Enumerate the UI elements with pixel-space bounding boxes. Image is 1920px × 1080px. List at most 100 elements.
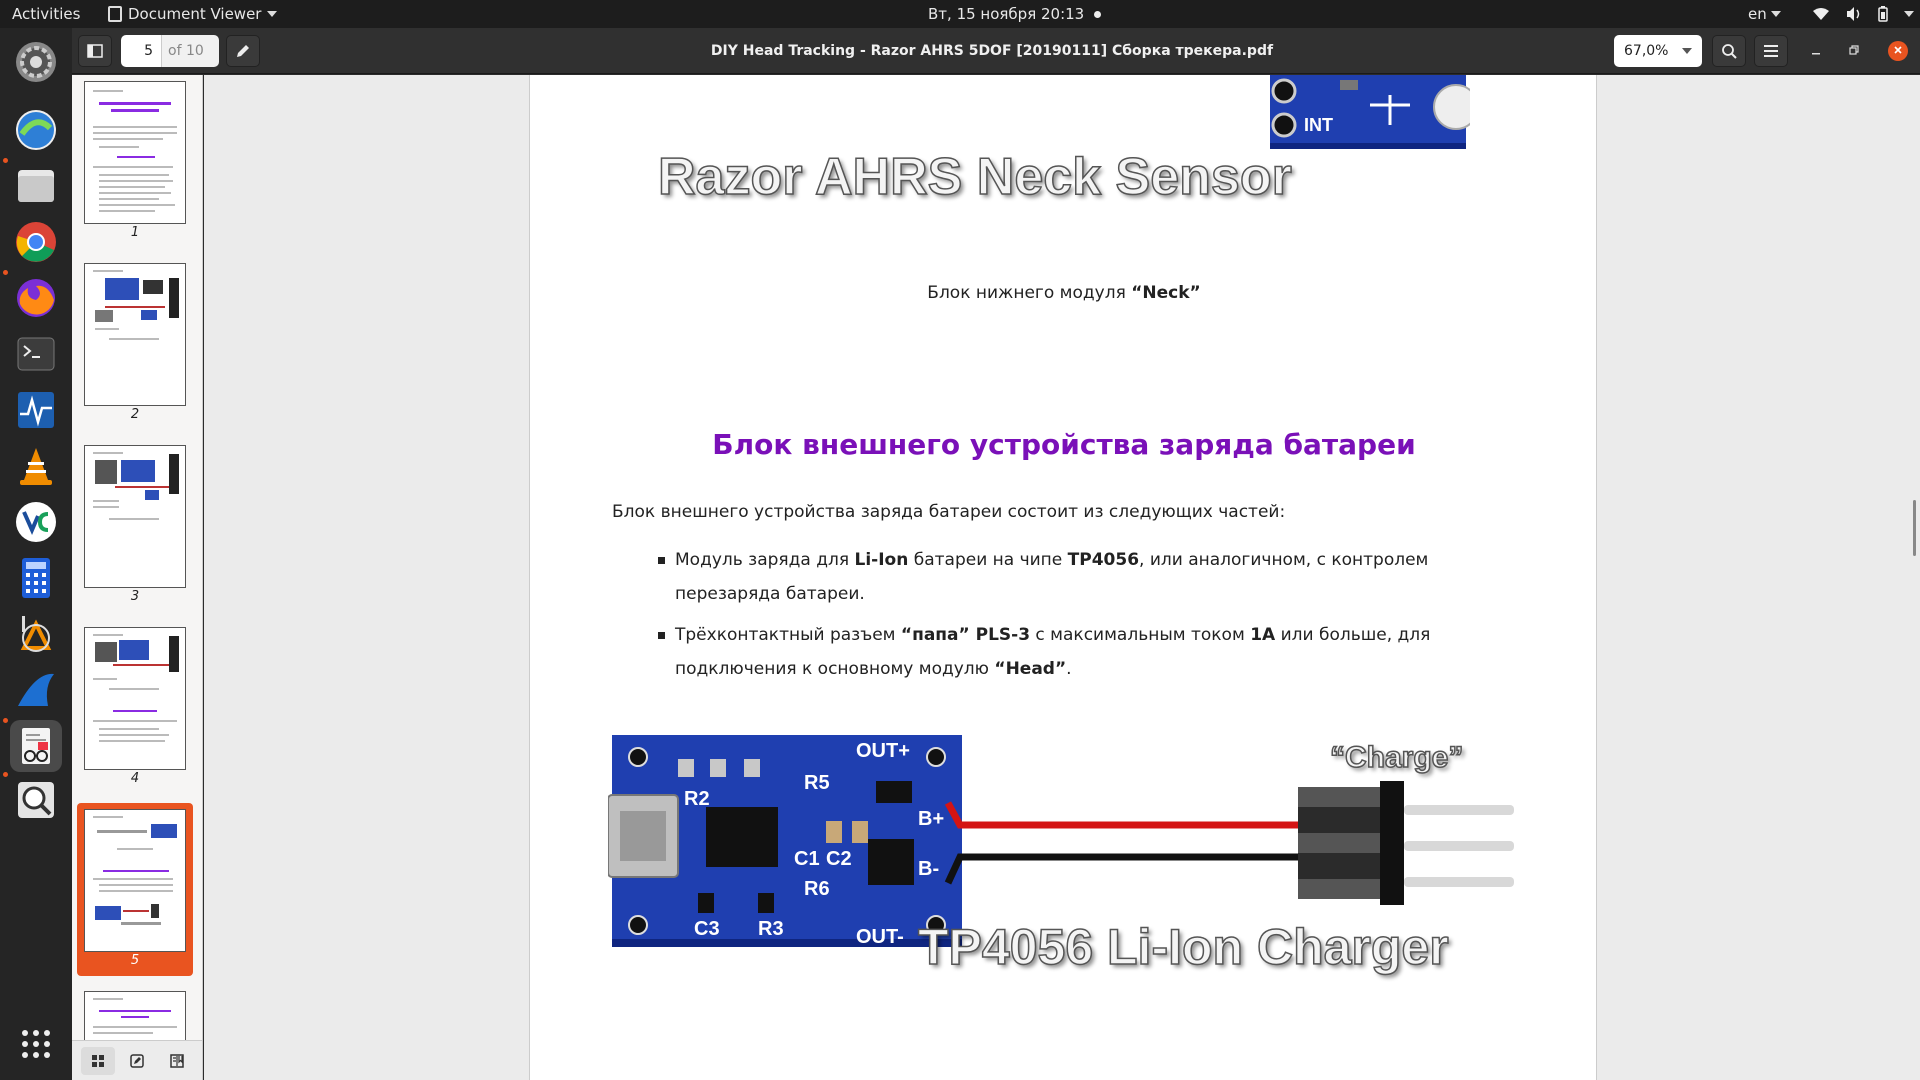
dock-terminal[interactable]: [10, 328, 62, 380]
gear-icon: [16, 42, 56, 82]
header-bar: 5 of 10 DIY Head Tracking - Razor AHRS 5…: [72, 28, 1920, 74]
dock-settings[interactable]: [10, 36, 62, 88]
app-menu[interactable]: Document Viewer: [108, 0, 278, 28]
sidebar-icon: [87, 44, 103, 58]
close-button[interactable]: [1888, 41, 1908, 61]
pcb-label: B+: [918, 808, 944, 830]
zoom-select[interactable]: 67,0%: [1614, 35, 1702, 67]
veracrypt-icon: [16, 502, 56, 542]
language-label: en: [1748, 5, 1767, 23]
list-item: Трёхконтактный разъем “папа” PLS-3 с мак…: [658, 618, 1505, 686]
pcb-label: B-: [918, 858, 939, 880]
scrollbar[interactable]: [1913, 500, 1916, 556]
notification-dot-icon: [1094, 10, 1102, 18]
chrome-icon: [16, 222, 56, 262]
dock-document-viewer[interactable]: [10, 720, 62, 772]
pencil-icon: [237, 45, 249, 57]
section-heading: Блок внешнего устройства заряда батареи: [712, 428, 1416, 461]
terminal-icon: [17, 337, 55, 371]
dock-magnifier[interactable]: [10, 774, 62, 826]
dock-files[interactable]: [10, 160, 62, 212]
dock-firefox[interactable]: [10, 272, 62, 324]
pcb-label: OUT-: [856, 926, 904, 948]
pcb-label: C2: [826, 848, 852, 870]
thumbnail-label: 5: [130, 953, 140, 968]
battery-icon: [1878, 6, 1888, 22]
app-grid-icon: [22, 1030, 50, 1058]
dock-system-monitor[interactable]: [10, 384, 62, 436]
running-indicator: [3, 772, 8, 777]
search-icon: [1722, 44, 1737, 59]
show-applications-button[interactable]: [10, 1018, 62, 1070]
bullet-text: Трёхконтактный разъем: [675, 625, 901, 645]
bullet-bold: “папа” PLS-3: [900, 625, 1031, 645]
volume-icon: [1847, 7, 1860, 21]
system-tray[interactable]: [1812, 0, 1914, 28]
current-page-input[interactable]: 5: [121, 35, 161, 67]
monitor-icon: [18, 392, 54, 428]
dock-veracrypt[interactable]: [10, 496, 62, 548]
dock-vlc[interactable]: [10, 440, 62, 492]
app-menu-label: Document Viewer: [128, 5, 262, 23]
main-menu-button[interactable]: [1754, 35, 1788, 67]
dock-inkscape[interactable]: [10, 608, 62, 660]
document-view[interactable]: INT Razor AHRS Neck Sensor Блок нижнего …: [204, 75, 1920, 1080]
sidebar-tabs: [72, 1040, 202, 1080]
thumbnail-page[interactable]: [84, 263, 186, 406]
page-number-entry[interactable]: 5 of 10: [121, 35, 219, 67]
chevron-down-icon: [267, 11, 278, 17]
bullet-bold: Li-Ion: [854, 550, 909, 570]
bullet-bold: TP4056: [1067, 550, 1140, 570]
bullet-bold: 1А: [1250, 625, 1276, 645]
zoom-level: 67,0%: [1624, 43, 1669, 59]
network-globe-icon: [16, 110, 56, 150]
dock-wireshark[interactable]: [10, 664, 62, 716]
intro-paragraph: Блок внешнего устройства заряда батареи …: [612, 502, 1286, 522]
tab-bookmarks[interactable]: [160, 1047, 194, 1075]
total-pages-label: of 10: [161, 35, 219, 67]
pcb-label: R3: [758, 918, 784, 940]
dock: [0, 28, 72, 1080]
minimize-button[interactable]: [1806, 41, 1826, 61]
pcb-label: C1: [794, 848, 820, 870]
list-item: Модуль заряда для Li-Ion батареи на чипе…: [658, 543, 1505, 611]
grid-icon: [91, 1054, 104, 1067]
thumbnail-page-selected[interactable]: [84, 809, 186, 952]
folder-icon: [18, 170, 54, 202]
tab-thumbnails[interactable]: [80, 1046, 115, 1075]
board-int-label: INT: [1304, 115, 1333, 135]
maximize-button[interactable]: [1844, 41, 1864, 61]
bullet-text: .: [1066, 659, 1072, 679]
clock[interactable]: Вт, 15 ноября 20:13: [928, 0, 1102, 28]
pcb-label: R2: [684, 788, 710, 810]
thumbnail-sidebar: 1 2 3 4 5: [72, 75, 203, 1080]
thumbnail-label: 1: [130, 225, 140, 240]
close-icon: [1894, 46, 1902, 54]
neck-caption-bold: “Neck”: [1131, 283, 1201, 303]
thumbnail-page[interactable]: [84, 627, 186, 770]
sidebar-toggle-button[interactable]: [78, 35, 112, 67]
document-page: INT Razor AHRS Neck Sensor Блок нижнего …: [529, 75, 1597, 1080]
search-button[interactable]: [1712, 35, 1746, 67]
document-title: DIY Head Tracking - Razor AHRS 5DOF [201…: [710, 43, 1274, 59]
thumbnail-page[interactable]: [84, 81, 186, 224]
tab-annotations[interactable]: [120, 1047, 154, 1075]
pcb-label: R5: [804, 772, 830, 794]
dock-network[interactable]: [10, 104, 62, 156]
calculator-icon: [22, 558, 50, 598]
activities-button[interactable]: Activities: [12, 0, 80, 28]
annotate-button[interactable]: [226, 35, 260, 67]
dock-calculator[interactable]: [10, 552, 62, 604]
thumbnail-page[interactable]: [84, 445, 186, 588]
pcb-label: R6: [804, 878, 830, 900]
shark-fin-icon: [18, 673, 54, 706]
language-indicator[interactable]: en: [1748, 0, 1781, 28]
neck-sensor-banner: Razor AHRS Neck Sensor: [657, 147, 1292, 207]
inkscape-icon: [20, 616, 52, 652]
dock-chrome[interactable]: [10, 216, 62, 268]
top-bar: Activities Document Viewer Вт, 15 ноября…: [0, 0, 1920, 28]
firefox-icon: [17, 279, 55, 317]
thumbnail-label: 3: [130, 589, 140, 604]
pcb-label: OUT+: [856, 740, 910, 762]
running-indicator: [3, 270, 8, 275]
